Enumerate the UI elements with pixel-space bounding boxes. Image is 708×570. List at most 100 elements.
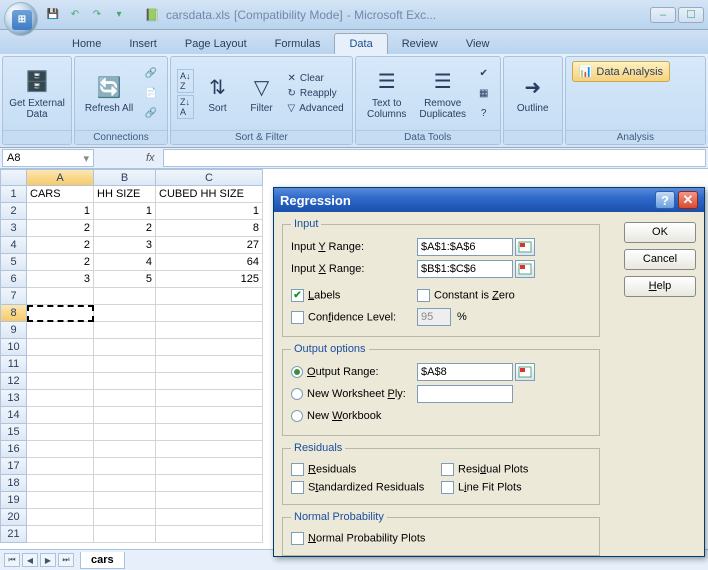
residual-plots-checkbox[interactable] (441, 463, 454, 476)
cell[interactable] (94, 322, 156, 339)
col-header-b[interactable]: B (94, 169, 156, 186)
row-header-3[interactable]: 3 (0, 220, 27, 237)
cell[interactable] (156, 390, 263, 407)
qat-customize-icon[interactable]: ▾ (110, 6, 128, 24)
save-icon[interactable]: 💾 (44, 6, 62, 24)
cell[interactable] (94, 373, 156, 390)
cell[interactable] (94, 458, 156, 475)
cancel-button[interactable]: Cancel (624, 249, 696, 270)
tab-nav-last[interactable]: ⏭ (58, 553, 74, 567)
cell[interactable] (94, 305, 156, 322)
row-header-17[interactable]: 17 (0, 458, 27, 475)
col-header-a[interactable]: A (27, 169, 94, 186)
cell[interactable]: 2 (27, 254, 94, 271)
col-header-c[interactable]: C (156, 169, 263, 186)
cell[interactable] (94, 339, 156, 356)
cell[interactable] (156, 339, 263, 356)
cell[interactable] (27, 475, 94, 492)
office-button[interactable]: ⊞ (4, 2, 38, 36)
cell[interactable] (94, 492, 156, 509)
cell[interactable] (156, 305, 263, 322)
cell[interactable]: CARS (27, 186, 94, 203)
std-residuals-checkbox[interactable] (291, 481, 304, 494)
cell[interactable] (156, 509, 263, 526)
cell[interactable] (156, 424, 263, 441)
cell[interactable]: 1 (156, 203, 263, 220)
row-header-14[interactable]: 14 (0, 407, 27, 424)
properties-button[interactable]: 📄 (141, 85, 161, 103)
cell[interactable]: 5 (94, 271, 156, 288)
row-header-11[interactable]: 11 (0, 356, 27, 373)
sheet-tab-cars[interactable]: cars (80, 552, 125, 569)
tab-page-layout[interactable]: Page Layout (171, 34, 261, 54)
cell[interactable] (27, 441, 94, 458)
advanced-button[interactable]: ▽Advanced (286, 102, 346, 115)
cell[interactable] (94, 356, 156, 373)
row-header-10[interactable]: 10 (0, 339, 27, 356)
x-range-input[interactable]: $B$1:$C$6 (417, 260, 513, 278)
row-header-13[interactable]: 13 (0, 390, 27, 407)
y-range-picker[interactable] (515, 238, 535, 256)
sort-za-button[interactable]: Z↓A (177, 95, 194, 119)
row-header-16[interactable]: 16 (0, 441, 27, 458)
cell[interactable] (94, 509, 156, 526)
text-to-columns-button[interactable]: ☰ Text to Columns (362, 61, 412, 127)
cell[interactable] (27, 509, 94, 526)
cell[interactable] (27, 373, 94, 390)
remove-duplicates-button[interactable]: ☰ Remove Duplicates (416, 61, 470, 127)
const-zero-checkbox[interactable] (417, 289, 430, 302)
cell[interactable] (27, 526, 94, 543)
tab-data[interactable]: Data (334, 33, 387, 54)
cell[interactable] (94, 288, 156, 305)
redo-icon[interactable]: ↷ (88, 6, 106, 24)
row-header-2[interactable]: 2 (0, 203, 27, 220)
filter-button[interactable]: ▽ Filter (242, 61, 282, 127)
edit-links-button[interactable]: 🔗 (141, 105, 161, 123)
tab-view[interactable]: View (452, 34, 504, 54)
cell[interactable]: 3 (27, 271, 94, 288)
restore-button[interactable]: ☐ (678, 7, 704, 23)
row-header-4[interactable]: 4 (0, 237, 27, 254)
cell[interactable] (156, 441, 263, 458)
cell[interactable]: 2 (94, 220, 156, 237)
cell[interactable] (94, 390, 156, 407)
cell[interactable] (94, 475, 156, 492)
cell[interactable] (156, 475, 263, 492)
labels-checkbox[interactable]: ✔ (291, 289, 304, 302)
cell[interactable] (156, 288, 263, 305)
tab-nav-first[interactable]: ⏮ (4, 553, 20, 567)
cell[interactable]: 27 (156, 237, 263, 254)
cell[interactable]: 1 (27, 203, 94, 220)
cell[interactable] (27, 356, 94, 373)
cell[interactable] (156, 526, 263, 543)
cell[interactable] (27, 288, 94, 305)
new-workbook-radio[interactable] (291, 410, 303, 422)
help-button[interactable]: Help (624, 276, 696, 297)
cell[interactable] (27, 407, 94, 424)
output-range-radio[interactable] (291, 366, 303, 378)
cell[interactable]: 2 (27, 237, 94, 254)
cell[interactable] (94, 526, 156, 543)
tab-insert[interactable]: Insert (115, 34, 171, 54)
confidence-checkbox[interactable] (291, 311, 304, 324)
cell[interactable]: 2 (27, 220, 94, 237)
whatif-button[interactable]: ? (474, 105, 494, 123)
row-header-12[interactable]: 12 (0, 373, 27, 390)
y-range-input[interactable]: $A$1:$A$6 (417, 238, 513, 256)
cell[interactable] (94, 424, 156, 441)
cell[interactable]: 64 (156, 254, 263, 271)
dialog-title-bar[interactable]: Regression ? ✕ (274, 188, 704, 212)
formula-bar[interactable] (163, 149, 706, 167)
row-header-8[interactable]: 8 (0, 305, 27, 322)
cell[interactable] (94, 441, 156, 458)
data-analysis-button[interactable]: 📊 Data Analysis (572, 61, 670, 82)
tab-formulas[interactable]: Formulas (261, 34, 335, 54)
data-validation-button[interactable]: ✔ (474, 65, 494, 83)
get-external-data-button[interactable]: 🗄️ Get External Data (9, 61, 65, 127)
fx-icon[interactable]: fx (138, 152, 163, 164)
tab-home[interactable]: Home (58, 34, 115, 54)
output-range-input[interactable]: $A$8 (417, 363, 513, 381)
cell[interactable]: 4 (94, 254, 156, 271)
cell[interactable] (27, 339, 94, 356)
clear-button[interactable]: ✕Clear (286, 72, 346, 85)
